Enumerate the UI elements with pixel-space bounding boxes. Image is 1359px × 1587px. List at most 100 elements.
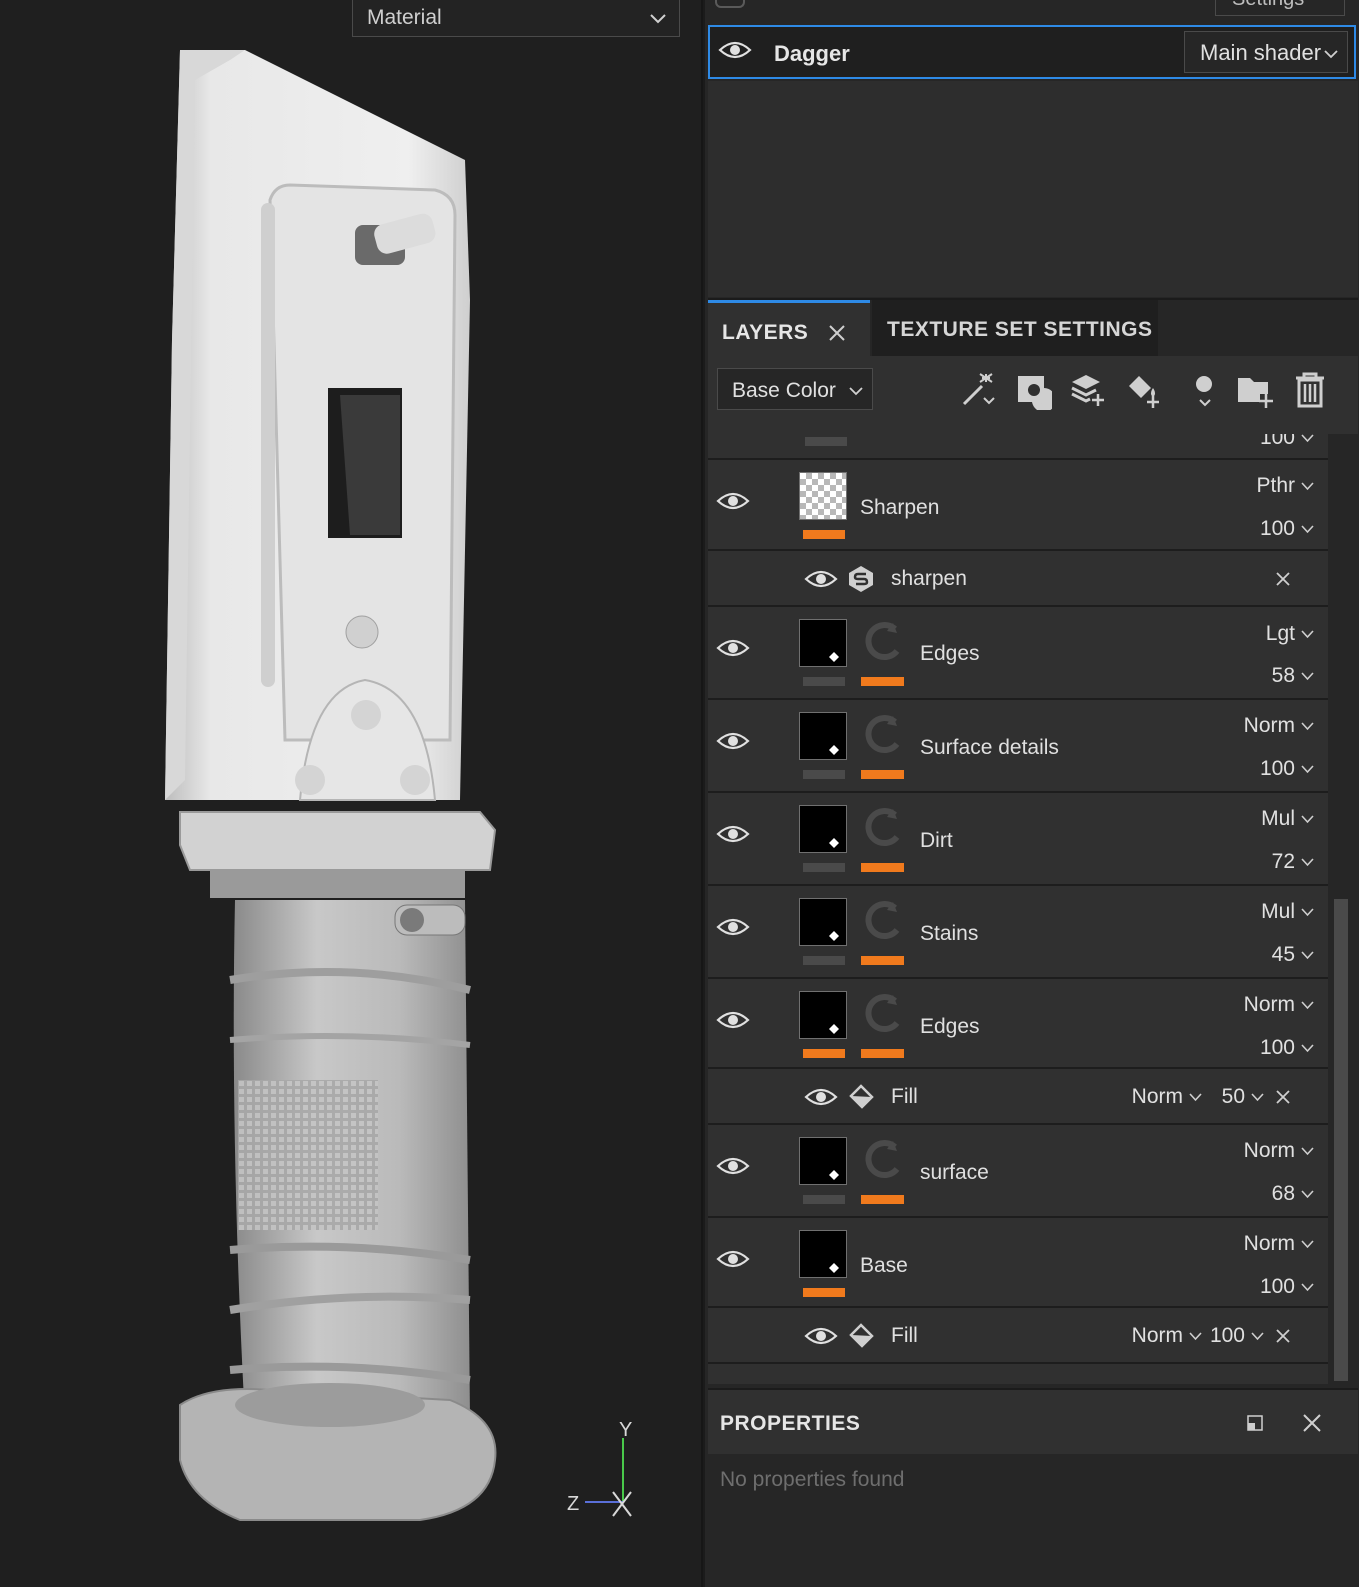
layer-row[interactable]: Stains Mul 45	[708, 886, 1328, 979]
effect-row[interactable]: Fill Norm 100	[708, 1308, 1328, 1364]
eye-icon[interactable]	[718, 39, 752, 61]
mask-generator-icon[interactable]	[859, 710, 905, 758]
shader-dropdown[interactable]: Main shader	[1184, 31, 1348, 73]
blend-mode-dropdown[interactable]: Mul	[1261, 900, 1314, 924]
layer-thumbnail[interactable]	[799, 991, 847, 1039]
close-icon[interactable]	[1275, 1328, 1291, 1344]
mask-generator-icon[interactable]	[859, 1135, 905, 1183]
layer-row[interactable]: Dirt Mul 72	[708, 793, 1328, 886]
effect-opacity-dropdown[interactable]: 100	[1210, 1324, 1264, 1348]
layer-thumbnail[interactable]	[799, 805, 847, 853]
blend-mode-value: Norm	[1243, 714, 1295, 737]
chevron-down-icon	[1301, 951, 1314, 960]
eye-icon[interactable]	[804, 568, 838, 590]
layer-opacity-dropdown[interactable]: 72	[1272, 850, 1314, 874]
close-icon[interactable]	[1275, 571, 1291, 587]
layer-row[interactable]: surface Norm 68	[708, 1125, 1328, 1218]
eye-icon[interactable]	[716, 916, 750, 938]
mask-generator-icon[interactable]	[859, 989, 905, 1037]
channel-bar	[805, 437, 847, 446]
layer-thumbnail[interactable]	[799, 1137, 847, 1185]
layer-row-partial[interactable]: 100	[708, 434, 1328, 460]
mask-generator-icon[interactable]	[859, 617, 905, 665]
eye-icon[interactable]	[716, 490, 750, 512]
channel-bar	[803, 956, 845, 965]
layer-row[interactable]: Edges Norm 100	[708, 979, 1328, 1069]
blend-mode-dropdown[interactable]: Norm	[1244, 993, 1314, 1017]
blend-mode-dropdown[interactable]: Pthr	[1256, 474, 1314, 498]
effect-blend-dropdown[interactable]: Norm	[1132, 1324, 1202, 1348]
layer-row[interactable]: Base Norm 100	[708, 1218, 1328, 1308]
eye-icon[interactable]	[716, 1248, 750, 1270]
layer-opacity-value: 100	[1259, 757, 1295, 780]
smart-mask-icon[interactable]	[1012, 370, 1052, 410]
layer-opacity-dropdown[interactable]: 100	[1260, 1275, 1314, 1299]
layer-thumbnail[interactable]	[799, 712, 847, 760]
eye-icon[interactable]	[804, 1086, 838, 1108]
effect-row[interactable]: sharpen	[708, 551, 1328, 607]
eye-icon[interactable]	[804, 1325, 838, 1347]
properties-empty-text: No properties found	[720, 1468, 905, 1491]
blend-mode-dropdown[interactable]: Lgt	[1266, 622, 1314, 646]
layer-row[interactable]: Edges Lgt 58	[708, 607, 1328, 700]
fill-effect-icon	[849, 1084, 874, 1109]
layer-stack-scrollbar[interactable]	[1330, 434, 1352, 1382]
mask-channel-bar	[861, 1195, 904, 1204]
eye-icon[interactable]	[716, 1009, 750, 1031]
undock-icon[interactable]	[1246, 1414, 1264, 1432]
layer-opacity-dropdown[interactable]: 58	[1272, 664, 1314, 688]
layer-opacity-dropdown[interactable]: 45	[1272, 943, 1314, 967]
effect-row[interactable]: Fill Norm 50	[708, 1069, 1328, 1125]
magic-wand-icon[interactable]	[958, 370, 998, 410]
blend-mode-dropdown[interactable]: Mul	[1261, 807, 1314, 831]
layer-opacity-dropdown[interactable]: 100	[1260, 1036, 1314, 1060]
eye-icon[interactable]	[716, 1155, 750, 1177]
tab-layers[interactable]: LAYERS	[708, 300, 870, 356]
layer-opacity-dropdown[interactable]: 100	[1260, 757, 1314, 781]
add-folder-icon[interactable]	[1234, 370, 1274, 410]
delete-icon[interactable]	[1290, 370, 1330, 410]
blend-mode-dropdown[interactable]: Norm	[1244, 1232, 1314, 1256]
layer-opacity-dropdown[interactable]: 100	[1260, 517, 1314, 541]
layer-row[interactable]: Sharpen Pthr 100	[708, 460, 1328, 551]
axis-y-label: Y	[619, 1420, 632, 1441]
layer-opacity-dropdown[interactable]: 100	[1260, 434, 1314, 450]
layer-row[interactable]: Surface details Norm 100	[708, 700, 1328, 793]
eye-icon[interactable]	[716, 637, 750, 659]
texture-set-row[interactable]: Dagger Main shader	[708, 25, 1356, 79]
layer-thumbnail[interactable]	[799, 619, 847, 667]
mask-generator-icon[interactable]	[859, 896, 905, 944]
blend-mode-dropdown[interactable]: Norm	[1244, 1139, 1314, 1163]
layer-thumbnail[interactable]	[799, 472, 847, 520]
close-icon[interactable]	[828, 324, 846, 342]
app-window: Material Y Z Dagger Main shader LAYERS T…	[0, 0, 1359, 1587]
layer-thumbnail[interactable]	[799, 898, 847, 946]
tab-texture-set-settings[interactable]: TEXTURE SET SETTINGS	[872, 300, 1158, 356]
layer-opacity-value: 100	[1259, 517, 1295, 540]
add-mask-icon[interactable]	[1178, 370, 1218, 410]
viewport-3d[interactable]: Material Y Z	[0, 0, 703, 1587]
layer-thumbnail[interactable]	[799, 1230, 847, 1278]
settings-dropdown[interactable]: Settings	[1215, 0, 1345, 16]
channel-dropdown[interactable]: Base Color	[717, 368, 873, 410]
collapse-icon[interactable]	[715, 0, 745, 8]
eye-icon[interactable]	[716, 823, 750, 845]
scrollbar-thumb[interactable]	[1334, 899, 1348, 1381]
effect-opacity-dropdown[interactable]: 50	[1222, 1085, 1264, 1109]
viewport-mode-label: Material	[367, 6, 442, 29]
viewport-mode-dropdown[interactable]: Material	[352, 0, 680, 37]
chevron-down-icon	[1301, 1283, 1314, 1292]
eye-icon[interactable]	[716, 730, 750, 752]
panel-tabs: LAYERS TEXTURE SET SETTINGS	[708, 298, 1358, 356]
blend-mode-value: Mul	[1261, 900, 1295, 923]
layer-stack[interactable]: 100 Sharpen Pthr 100 sharpen Edges Lgt 5…	[708, 434, 1328, 1384]
close-icon[interactable]	[1302, 1413, 1322, 1433]
add-layer-icon[interactable]	[1068, 370, 1108, 410]
add-fill-layer-icon[interactable]	[1123, 370, 1163, 410]
layer-name: Edges	[920, 642, 980, 665]
layer-opacity-dropdown[interactable]: 68	[1272, 1182, 1314, 1206]
close-icon[interactable]	[1275, 1089, 1291, 1105]
blend-mode-dropdown[interactable]: Norm	[1244, 714, 1314, 738]
effect-blend-dropdown[interactable]: Norm	[1132, 1085, 1202, 1109]
mask-generator-icon[interactable]	[859, 803, 905, 851]
